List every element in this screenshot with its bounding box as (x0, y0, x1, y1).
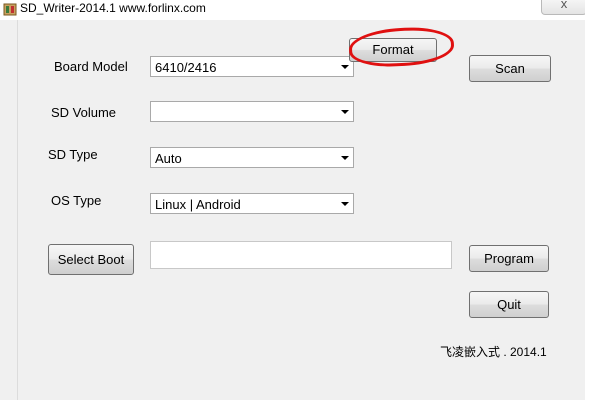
os-type-value: Linux | Android (155, 197, 241, 212)
scan-button-label: Scan (495, 61, 525, 76)
board-model-label: Board Model (54, 59, 128, 74)
quit-button-label: Quit (497, 297, 521, 312)
chevron-down-icon (341, 202, 349, 206)
scan-button[interactable]: Scan (469, 55, 551, 82)
select-boot-button-label: Select Boot (57, 252, 125, 267)
board-model-select[interactable]: 6410/2416 (150, 56, 354, 77)
sd-volume-label: SD Volume (51, 105, 117, 120)
program-button[interactable]: Program (469, 245, 549, 272)
os-type-label: OS Type (51, 193, 102, 208)
title-bar: SD_Writer-2014.1 www.forlinx.com x (0, 0, 600, 20)
close-icon: x (560, 0, 568, 11)
window-bottom-edge (0, 400, 600, 408)
sd-volume-select[interactable] (150, 101, 354, 122)
dialog-body: Board Model 6410/2416 SD Volume SD Type … (17, 20, 586, 401)
chevron-down-icon (341, 156, 349, 160)
app-icon (3, 3, 17, 16)
program-button-label: Program (484, 251, 534, 266)
window-edge (585, 0, 600, 408)
board-model-value: 6410/2416 (155, 60, 217, 75)
os-type-select[interactable]: Linux | Android (150, 193, 354, 214)
sd-type-label: SD Type (48, 147, 98, 162)
chevron-down-icon (341, 65, 349, 69)
select-boot-button[interactable]: Select Boot (48, 244, 134, 275)
copyright-text: 飞凌嵌入式 . 2014.1 (440, 345, 547, 359)
sd-type-value: Auto (155, 151, 182, 166)
chevron-down-icon (341, 110, 349, 114)
sd-type-select[interactable]: Auto (150, 147, 354, 168)
close-button[interactable]: x (541, 0, 587, 15)
window-title: SD_Writer-2014.1 www.forlinx.com (20, 1, 206, 15)
quit-button[interactable]: Quit (469, 291, 549, 318)
boot-path-field[interactable] (150, 241, 452, 269)
app-window: SD_Writer-2014.1 www.forlinx.com x Board… (0, 0, 600, 408)
